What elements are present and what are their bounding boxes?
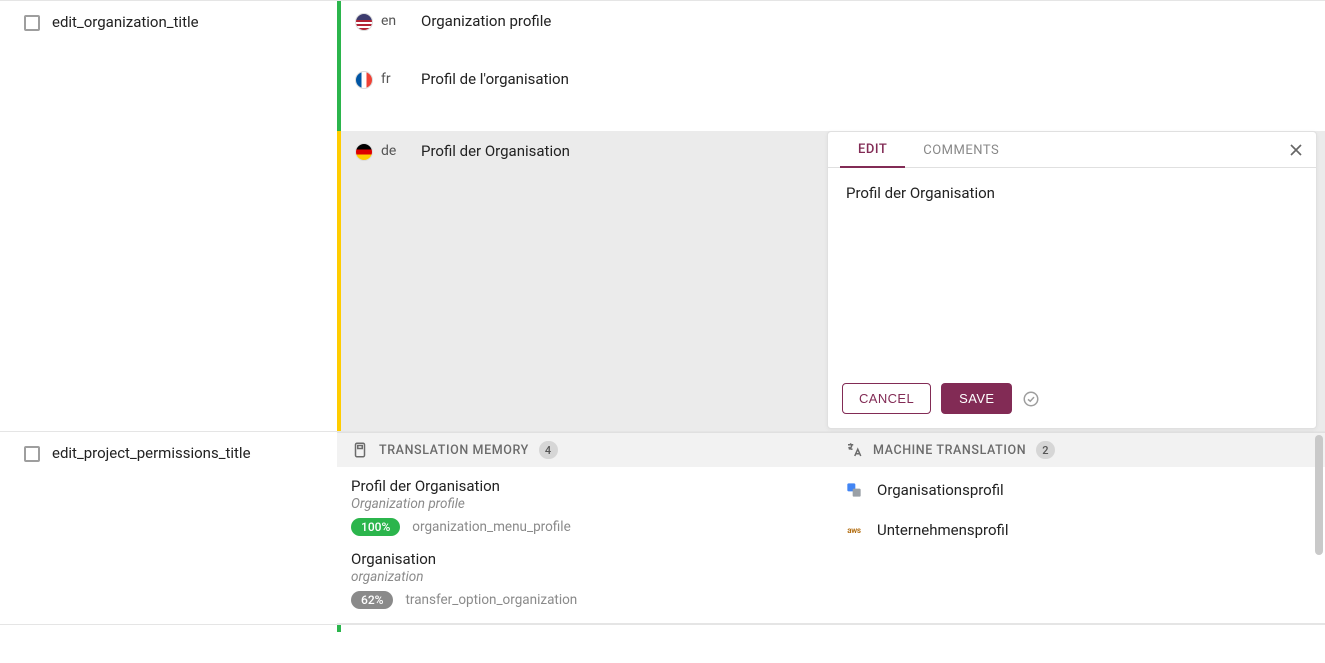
suggestions-panel: TRANSLATION MEMORY 4 Profil der Organisa… xyxy=(337,432,1325,624)
tm-header-label: TRANSLATION MEMORY xyxy=(379,443,529,458)
aws-translate-icon: aws xyxy=(845,521,863,539)
lang-code: fr xyxy=(381,71,421,87)
translations-column: en Organization profile fr Profil de l'o… xyxy=(337,1,1325,431)
match-score: 62% xyxy=(351,591,393,609)
translation-text: Profil de l'organisation xyxy=(421,69,1309,88)
translation-row-fr[interactable]: fr Profil de l'organisation xyxy=(337,59,1325,131)
key-row: edit_project_permissions_title TRANSLATI… xyxy=(0,431,1325,624)
tm-count: 4 xyxy=(539,441,558,459)
translate-icon xyxy=(845,441,863,459)
checkbox[interactable] xyxy=(24,15,40,31)
mt-header: MACHINE TRANSLATION 2 xyxy=(831,433,1325,467)
next-row-stub xyxy=(0,624,1325,632)
key-cell: edit_organization_title xyxy=(0,1,337,431)
flag-us-icon xyxy=(355,13,373,31)
checkbox[interactable] xyxy=(24,446,40,462)
translation-input[interactable] xyxy=(844,182,1300,294)
tm-item[interactable]: Profil der Organisation Organization pro… xyxy=(351,477,817,536)
tm-item-source: organization xyxy=(351,569,817,585)
editor-body xyxy=(828,168,1316,373)
status-bar xyxy=(337,1,341,59)
tm-body: Profil der Organisation Organization pro… xyxy=(337,467,831,623)
mt-header-label: MACHINE TRANSLATION xyxy=(873,443,1026,458)
status-bar xyxy=(337,131,341,431)
check-circle-icon[interactable] xyxy=(1022,390,1040,408)
flag-de-icon xyxy=(355,143,373,161)
key-cell: edit_project_permissions_title xyxy=(0,432,337,624)
key-name[interactable]: edit_project_permissions_title xyxy=(52,444,251,462)
translation-row-en[interactable]: en Organization profile xyxy=(337,1,1325,59)
flag-fr-icon xyxy=(355,71,373,89)
tm-item-key: transfer_option_organization xyxy=(405,592,577,608)
lang-code: de xyxy=(381,143,421,159)
lang-code: en xyxy=(381,13,421,29)
cancel-button[interactable]: CANCEL xyxy=(842,383,931,414)
tm-column: TRANSLATION MEMORY 4 Profil der Organisa… xyxy=(337,433,831,623)
match-score: 100% xyxy=(351,518,400,536)
mt-count: 2 xyxy=(1036,441,1055,459)
mt-text: Unternehmensprofil xyxy=(877,521,1008,539)
close-icon[interactable] xyxy=(1286,140,1306,160)
status-bar xyxy=(337,59,341,131)
mt-body: Organisationsprofil aws Unternehmensprof… xyxy=(831,467,1325,557)
translations-column: TRANSLATION MEMORY 4 Profil der Organisa… xyxy=(337,432,1325,624)
tm-item-title: Organisation xyxy=(351,550,817,568)
editor-tabs: EDIT COMMENTS xyxy=(828,132,1316,168)
google-translate-icon xyxy=(845,481,863,499)
memory-icon xyxy=(351,441,369,459)
tm-item-source: Organization profile xyxy=(351,496,817,512)
mt-text: Organisationsprofil xyxy=(877,481,1004,499)
tab-comments[interactable]: COMMENTS xyxy=(905,133,1017,167)
tm-header: TRANSLATION MEMORY 4 xyxy=(337,433,831,467)
tab-edit[interactable]: EDIT xyxy=(840,132,905,168)
translation-row-de-wrapper: de Profil der Organisation EDIT COMMENTS… xyxy=(337,131,1325,431)
scrollbar[interactable] xyxy=(1315,435,1323,555)
tm-item[interactable]: Organisation organization 62% transfer_o… xyxy=(351,550,817,609)
mt-item[interactable]: Organisationsprofil xyxy=(845,477,1311,503)
save-button[interactable]: SAVE xyxy=(941,383,1012,414)
mt-column: MACHINE TRANSLATION 2 Organisationsprofi… xyxy=(831,433,1325,623)
editor-actions: CANCEL SAVE xyxy=(828,373,1316,428)
tm-item-title: Profil der Organisation xyxy=(351,477,817,495)
editor-panel: EDIT COMMENTS CANCEL SAVE xyxy=(827,131,1317,429)
status-bar xyxy=(337,625,341,632)
key-row: edit_organization_title en Organization … xyxy=(0,0,1325,431)
tm-item-key: organization_menu_profile xyxy=(412,519,570,535)
mt-item[interactable]: aws Unternehmensprofil xyxy=(845,517,1311,543)
translation-text: Organization profile xyxy=(421,11,1309,30)
key-name[interactable]: edit_organization_title xyxy=(52,13,199,31)
